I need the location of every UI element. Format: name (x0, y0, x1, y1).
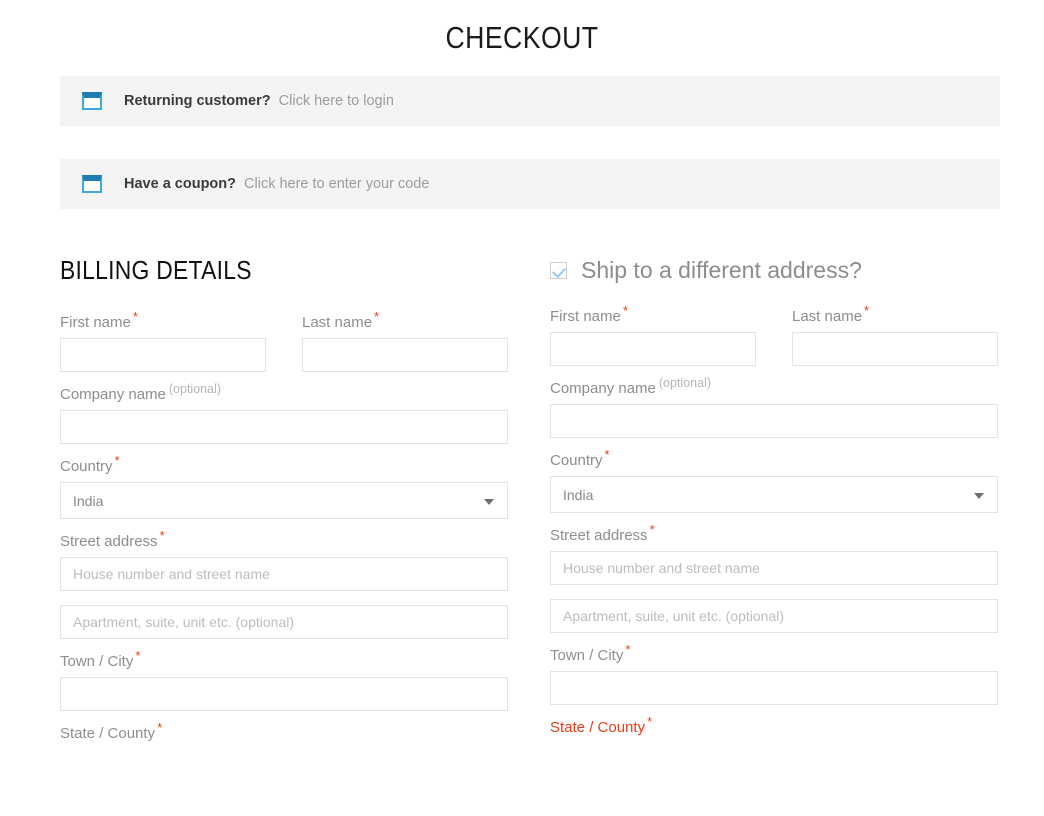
billing-last-name-field: Last name* (302, 314, 508, 372)
required-asterisk: * (157, 720, 162, 735)
coupon-text: Have a coupon? Click here to enter your … (124, 176, 429, 192)
billing-details-section: BILLING DETAILS First name* Last name* C… (60, 255, 508, 756)
returning-customer-text: Returning customer? Click here to login (124, 93, 394, 109)
shipping-details-section: Ship to a different address? First name*… (550, 255, 998, 750)
required-asterisk: * (650, 522, 655, 537)
required-asterisk: * (133, 309, 138, 324)
returning-customer-label: Returning customer? (124, 93, 271, 109)
optional-hint: (optional) (169, 382, 221, 396)
shipping-street-field: Street address* (550, 527, 998, 633)
billing-company-input[interactable] (60, 410, 508, 444)
billing-last-name-input[interactable] (302, 338, 508, 372)
shipping-company-field: Company name(optional) (550, 380, 998, 438)
shipping-last-name-label: Last name* (792, 308, 998, 325)
window-form-icon (82, 175, 102, 193)
ship-to-different-address-checkbox[interactable] (550, 262, 567, 279)
billing-city-label: Town / City* (60, 653, 508, 670)
billing-street-label: Street address* (60, 533, 508, 550)
shipping-country-label: Country* (550, 452, 998, 469)
billing-company-field: Company name(optional) (60, 386, 508, 444)
billing-city-field: Town / City* (60, 653, 508, 711)
billing-street-line1-input[interactable] (60, 557, 508, 591)
billing-country-label: Country* (60, 458, 508, 475)
billing-street-line2-input[interactable] (60, 605, 508, 639)
required-asterisk: * (374, 309, 379, 324)
required-asterisk: * (647, 714, 652, 729)
shipping-country-selected-value: India (550, 476, 998, 513)
shipping-last-name-input[interactable] (792, 332, 998, 366)
shipping-first-name-label: First name* (550, 308, 756, 325)
shipping-country-select[interactable]: India (550, 476, 998, 513)
chevron-down-icon (484, 499, 494, 505)
billing-city-input[interactable] (60, 677, 508, 711)
shipping-city-input[interactable] (550, 671, 998, 705)
coupon-link[interactable]: Click here to enter your code (244, 176, 429, 192)
required-asterisk: * (864, 303, 869, 318)
shipping-state-label: State / County* (550, 719, 998, 736)
billing-street-field: Street address* (60, 533, 508, 639)
required-asterisk: * (623, 303, 628, 318)
chevron-down-icon (974, 493, 984, 499)
required-asterisk: * (135, 648, 140, 663)
required-asterisk: * (160, 528, 165, 543)
billing-company-label: Company name(optional) (60, 386, 508, 403)
login-link[interactable]: Click here to login (279, 93, 394, 109)
shipping-name-row: First name* Last name* (550, 308, 998, 380)
required-asterisk: * (605, 447, 610, 462)
shipping-company-label: Company name(optional) (550, 380, 998, 397)
coupon-label: Have a coupon? (124, 176, 236, 192)
coupon-notice[interactable]: Have a coupon? Click here to enter your … (60, 159, 1000, 209)
shipping-first-name-input[interactable] (550, 332, 756, 366)
billing-state-label: State / County* (60, 725, 508, 742)
billing-country-selected-value: India (60, 482, 508, 519)
billing-details-heading: BILLING DETAILS (60, 255, 454, 286)
shipping-state-field: State / County* (550, 719, 998, 736)
shipping-last-name-field: Last name* (792, 308, 998, 366)
required-asterisk: * (625, 642, 630, 657)
billing-first-name-field: First name* (60, 314, 266, 372)
window-form-icon (82, 92, 102, 110)
billing-country-select[interactable]: India (60, 482, 508, 519)
ship-to-different-address-toggle[interactable]: Ship to a different address? (550, 255, 998, 285)
billing-state-field: State / County* (60, 725, 508, 742)
returning-customer-notice[interactable]: Returning customer? Click here to login (60, 76, 1000, 126)
shipping-first-name-field: First name* (550, 308, 756, 366)
billing-name-row: First name* Last name* (60, 314, 508, 386)
shipping-city-field: Town / City* (550, 647, 998, 705)
billing-last-name-label: Last name* (302, 314, 508, 331)
shipping-country-field: Country* India (550, 452, 998, 513)
required-asterisk: * (115, 453, 120, 468)
page-title: CHECKOUT (73, 0, 971, 56)
shipping-street-line2-input[interactable] (550, 599, 998, 633)
optional-hint: (optional) (659, 376, 711, 390)
ship-to-different-address-label: Ship to a different address? (581, 257, 862, 284)
shipping-company-input[interactable] (550, 404, 998, 438)
shipping-city-label: Town / City* (550, 647, 998, 664)
billing-first-name-label: First name* (60, 314, 266, 331)
shipping-street-line1-input[interactable] (550, 551, 998, 585)
billing-country-field: Country* India (60, 458, 508, 519)
billing-first-name-input[interactable] (60, 338, 266, 372)
shipping-street-label: Street address* (550, 527, 998, 544)
